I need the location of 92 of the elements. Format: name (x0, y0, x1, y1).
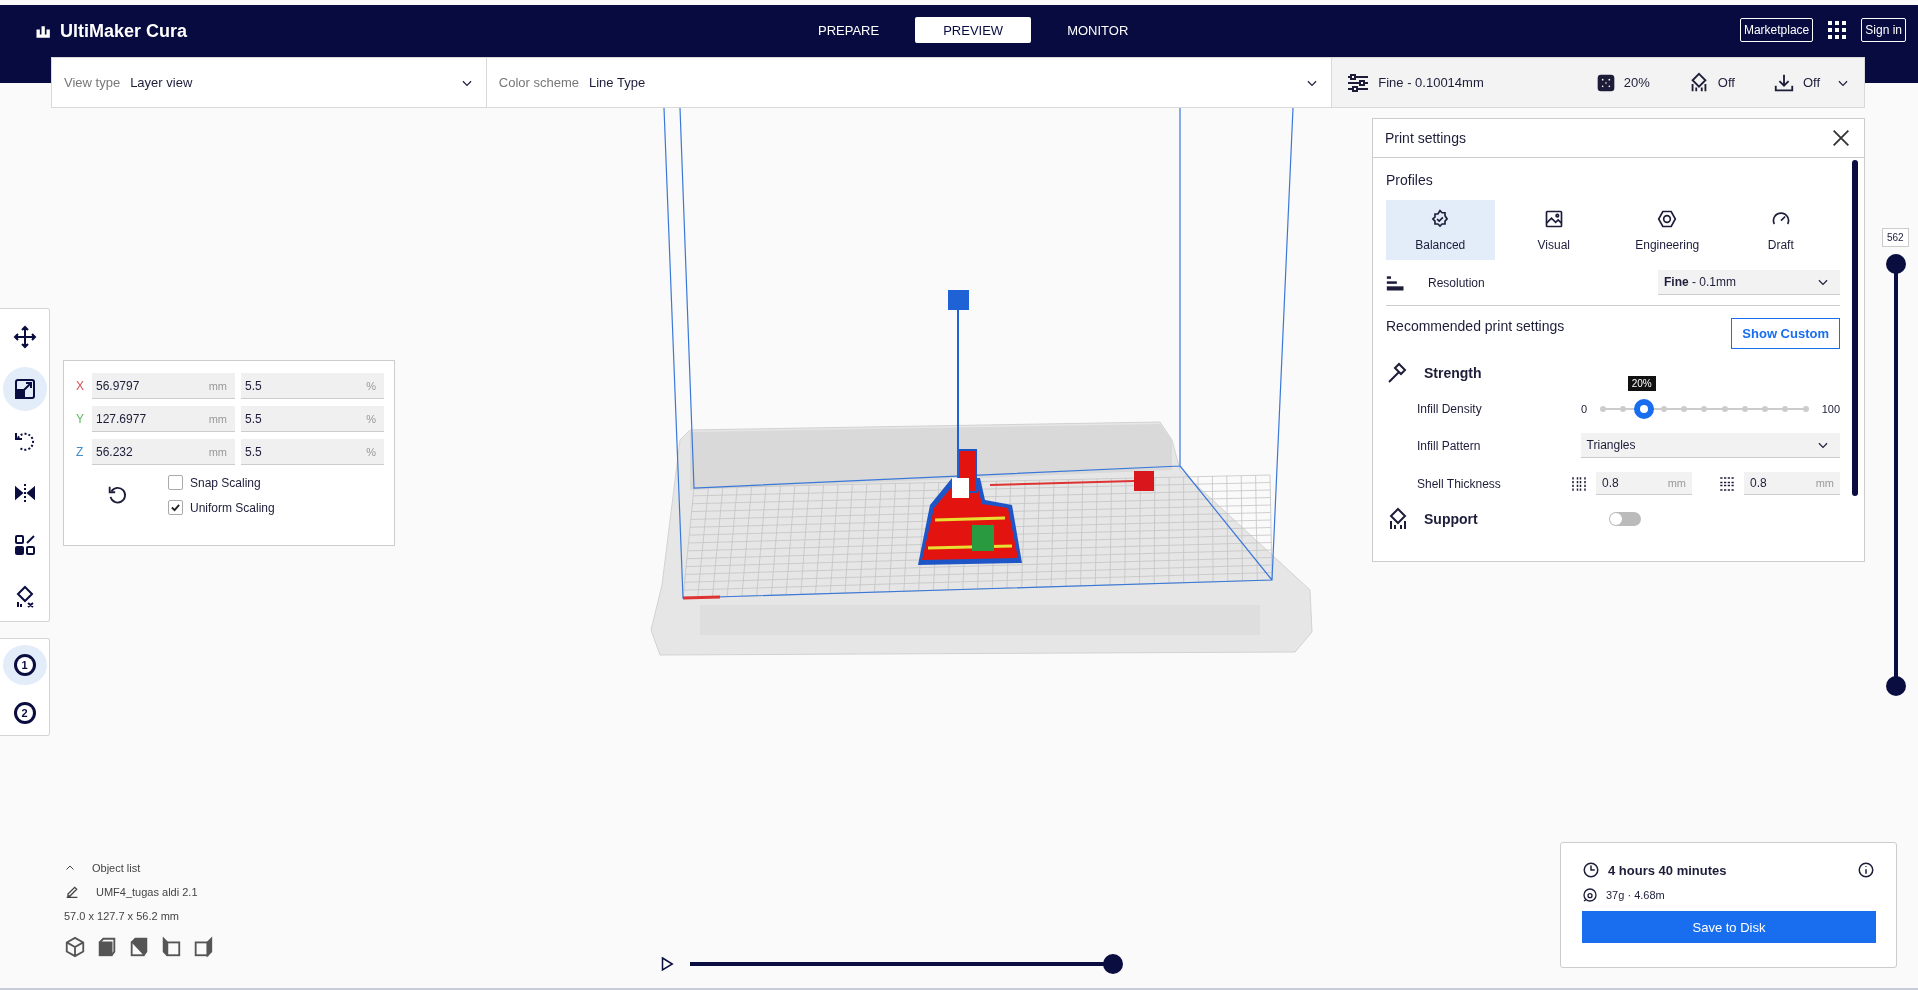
extruder-button[interactable]: 1 (2, 645, 47, 685)
stage-tab[interactable]: PREPARE (790, 17, 908, 43)
profile-option[interactable]: Visual (1499, 200, 1608, 260)
spool-icon (1582, 887, 1598, 903)
support-summary: Off (1717, 75, 1735, 90)
save-button[interactable]: Save to Disk (1582, 911, 1876, 943)
show-custom-button[interactable]: Show Custom (1731, 318, 1840, 349)
stage-tab[interactable]: PREVIEW (915, 17, 1032, 43)
hexagon-nut-icon (1657, 208, 1678, 229)
setting-label: Resolution (1428, 275, 1486, 290)
reset-icon (106, 484, 128, 506)
cube-icon (64, 936, 86, 958)
adhesion-summary: Off (1802, 75, 1820, 90)
object-dimensions: 57.0 x 127.7 x 56.2 mm (64, 910, 180, 922)
color-scheme-value: Line Type (588, 75, 647, 90)
apps-grid-icon[interactable] (1827, 20, 1848, 40)
slider-thumb[interactable] (1633, 399, 1654, 419)
object-name: UMF4_tugas aldi 2.1 (96, 886, 198, 898)
settings-grid-icon (12, 533, 37, 557)
percent-field[interactable]: 5.5 % (241, 439, 384, 465)
profile-option[interactable]: Balanced (1386, 200, 1495, 260)
layer-slider[interactable] (1886, 254, 1906, 696)
top-bottom-thickness-field[interactable]: 0.8 mm (1744, 472, 1840, 495)
close-icon[interactable] (1830, 127, 1852, 149)
cube-top-icon (128, 936, 150, 958)
panel-title: Print settings (1385, 130, 1466, 146)
category-title: Strength (1424, 365, 1482, 381)
axis-label: Z (76, 445, 85, 459)
slider-min: 0 (1581, 403, 1588, 415)
top-bottom-thickness-icon (1718, 474, 1736, 493)
resolution-dropdown[interactable]: Fine - 0.1mm (1658, 270, 1840, 295)
option-label: Snap Scaling (190, 475, 261, 490)
view-type-label: View type (64, 75, 121, 90)
slider-thumb[interactable] (1886, 254, 1906, 274)
percent-field[interactable]: 5.5 % (241, 406, 384, 432)
image-icon (1543, 208, 1564, 229)
move-icon (12, 325, 37, 349)
mirror-icon (12, 481, 37, 505)
setting-label: Infill Density (1417, 402, 1483, 416)
profile-summary: Fine - 0.10014mm (1378, 75, 1484, 90)
x-icon (1830, 127, 1852, 149)
section-title: Profiles (1386, 172, 1434, 188)
marketplace-button[interactable]: Marketplace (1739, 18, 1814, 42)
cube-front-icon (96, 936, 118, 958)
axis-label: Y (76, 412, 85, 426)
material-estimate: 37g · 4.68m (1606, 889, 1665, 901)
scrollbar[interactable] (1852, 160, 1858, 496)
gear-check-icon (1430, 208, 1451, 229)
size-field[interactable]: 56.9797 mm (92, 373, 235, 399)
wall-thickness-field[interactable]: 0.8 mm (1596, 472, 1692, 495)
scale-icon (12, 377, 37, 401)
profile-option[interactable]: Engineering (1613, 200, 1722, 260)
infill-pattern-dropdown[interactable]: Triangles (1580, 433, 1840, 458)
value-tooltip: 20% (1627, 376, 1656, 391)
wall-thickness-icon (1570, 474, 1588, 493)
extruder-button[interactable]: 2 (2, 693, 47, 733)
cube-left-icon (160, 936, 182, 958)
print-setup-bar[interactable]: Fine - 0.10014mm 20% Off Off (1332, 58, 1864, 107)
tool-button[interactable] (2, 367, 47, 411)
infill-summary: 20% (1623, 75, 1650, 90)
setting-label: Shell Thickness (1417, 476, 1502, 491)
stage-tab[interactable]: MONITOR (1039, 17, 1157, 43)
slider-max: 100 (1821, 403, 1840, 415)
section-title: Recommended print settings (1386, 318, 1565, 334)
infill-slider[interactable] (1603, 399, 1806, 419)
color-scheme-label: Color scheme (498, 75, 579, 90)
print-time: 4 hours 40 minutes (1608, 862, 1728, 878)
slider-thumb[interactable] (1886, 676, 1906, 696)
checkbox[interactable] (168, 500, 183, 515)
layer-number: 562 (1882, 228, 1909, 247)
pencil-icon (64, 884, 80, 900)
info-icon (1857, 861, 1875, 879)
infill-icon (1595, 72, 1616, 93)
clock-icon (1582, 861, 1600, 879)
size-field[interactable]: 56.232 mm (92, 439, 235, 465)
option-label: Uniform Scaling (190, 500, 275, 515)
percent-field[interactable]: 5.5 % (241, 373, 384, 399)
category-title: Support (1424, 511, 1478, 527)
view-type-value: Layer view (130, 75, 194, 90)
setting-label: Infill Pattern (1417, 438, 1482, 453)
cube-right-icon (192, 936, 214, 958)
checkmark-icon (171, 503, 180, 512)
slider-thumb[interactable] (1103, 954, 1123, 974)
axis-label: X (76, 379, 85, 393)
checkbox[interactable] (168, 475, 183, 490)
size-field[interactable]: 127.6977 mm (92, 406, 235, 432)
sign-in-button[interactable]: Sign in (1861, 18, 1906, 42)
view-type-dropdown[interactable]: View type Layer view (52, 58, 487, 107)
object-list-toggle[interactable]: Object list (64, 862, 214, 874)
support-toggle[interactable] (1608, 512, 1641, 526)
app-title: UltiMaker Cura (60, 21, 188, 42)
profile-option[interactable]: Draft (1726, 200, 1835, 260)
